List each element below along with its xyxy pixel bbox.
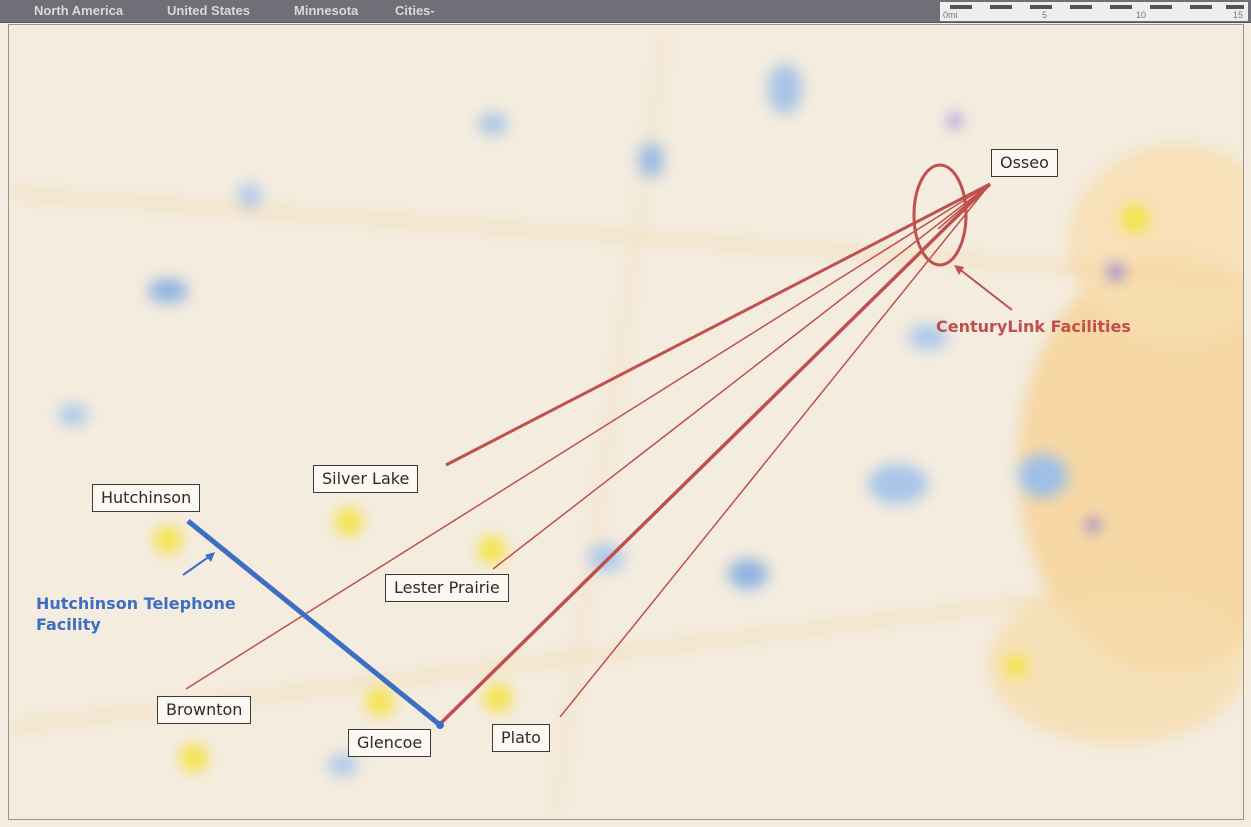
place-plato[interactable]: Plato [492,724,550,752]
place-lester-prairie[interactable]: Lester Prairie [385,574,509,602]
scale-segment [1030,5,1052,9]
connection-osseo-glencoe [438,182,992,726]
place-silver-lake[interactable]: Silver Lake [313,465,419,493]
place-hutchinson[interactable]: Hutchinson [92,484,201,512]
centurylink-callout-arrowhead [954,265,964,275]
scale-tick-0: 0mi [943,10,958,20]
map-canvas[interactable]: Osseo Silver Lake Hutchinson Lester Prai… [8,24,1244,820]
scale-tick-15: 15 [1233,10,1244,20]
scale-bar: 0mi 5 10 15 [940,2,1248,21]
centurylink-facilities-label: CenturyLink Facilities [936,317,1131,336]
scale-segment [1070,5,1092,9]
connection-osseo-plato [559,183,991,718]
scale-segment [990,5,1012,9]
scale-segment [1226,5,1244,9]
scale-tick-10: 10 [1136,10,1147,20]
connection-osseo-lester-prairie [492,183,991,570]
centurylink-callout-arrow-line [957,267,1013,311]
place-brownton[interactable]: Brownton [157,696,252,724]
breadcrumb-north-america[interactable]: North America [34,3,123,18]
hutchinson-telephone-label: Hutchinson Telephone Facility [36,593,236,635]
scale-segment [1190,5,1212,9]
connection-osseo-brownton [185,183,991,690]
place-osseo[interactable]: Osseo [991,149,1058,177]
breadcrumb-cities[interactable]: Cities- [395,3,435,18]
hutchinson-telephone-label-line1: Hutchinson Telephone [36,594,236,613]
scale-segment [1110,5,1132,9]
location-bar: North America United States Minnesota Ci… [0,0,1251,23]
place-glencoe[interactable]: Glencoe [348,729,432,757]
scale-segment [1150,5,1172,9]
breadcrumb-united-states[interactable]: United States [167,3,250,18]
glencoe-endpoint [436,721,444,729]
hutchinson-callout-arrow-line [182,555,211,576]
breadcrumb-minnesota[interactable]: Minnesota [294,3,358,18]
connection-osseo-silver-lake [445,182,991,467]
scale-segment [950,5,972,9]
map-viewer: North America United States Minnesota Ci… [0,0,1251,827]
hutchinson-callout-arrowhead [205,552,215,562]
scale-tick-5: 5 [1042,10,1048,20]
hutchinson-telephone-label-line2: Facility [36,615,101,634]
